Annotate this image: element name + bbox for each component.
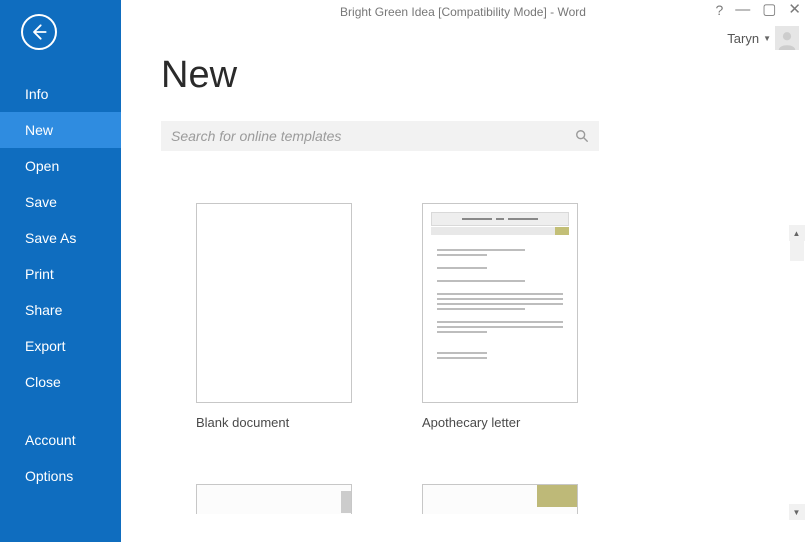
scroll-up-icon[interactable]: ▲	[789, 225, 805, 241]
template-grid: Blank document	[161, 203, 805, 430]
sidebar-item-open[interactable]: Open	[0, 148, 121, 184]
search-box[interactable]	[161, 121, 599, 151]
sidebar-item-export[interactable]: Export	[0, 328, 121, 364]
template-label: Apothecary letter	[422, 415, 578, 430]
sidebar-item-account[interactable]: Account	[0, 422, 121, 458]
backstage-sidebar: Info New Open Save Save As Print Share E…	[0, 0, 121, 542]
template-apothecary-letter[interactable]: Apothecary letter	[422, 203, 578, 430]
template-blank-document[interactable]: Blank document	[196, 203, 352, 430]
scroll-down-icon[interactable]: ▼	[789, 504, 805, 520]
window-title: Bright Green Idea [Compatibility Mode] -…	[121, 5, 805, 19]
search-icon	[575, 129, 589, 143]
sidebar-item-new[interactable]: New	[0, 112, 121, 148]
template-label: Blank document	[196, 415, 352, 430]
window-controls: ? — ▢ ✕	[715, 2, 801, 17]
scroll-track[interactable]	[789, 241, 805, 504]
template-thumb-partial[interactable]	[196, 484, 352, 514]
vertical-scrollbar[interactable]: ▲ ▼	[788, 225, 805, 520]
search-input[interactable]	[171, 128, 573, 144]
content-area: New Blank document	[121, 24, 805, 542]
search-button[interactable]	[573, 127, 591, 145]
back-button[interactable]	[21, 14, 57, 50]
close-window-button[interactable]: ✕	[788, 2, 801, 17]
template-grid-row-2	[161, 484, 805, 514]
sidebar-menu: Info New Open Save Save As Print Share E…	[0, 76, 121, 494]
sidebar-item-options[interactable]: Options	[0, 458, 121, 494]
scroll-thumb[interactable]	[790, 241, 804, 261]
template-thumb	[422, 203, 578, 403]
sidebar-item-print[interactable]: Print	[0, 256, 121, 292]
page-title: New	[161, 54, 805, 97]
main-pane: Bright Green Idea [Compatibility Mode] -…	[121, 0, 805, 542]
sidebar-item-save-as[interactable]: Save As	[0, 220, 121, 256]
minimize-button[interactable]: —	[735, 2, 750, 17]
back-arrow-icon	[29, 22, 49, 42]
sidebar-item-share[interactable]: Share	[0, 292, 121, 328]
sidebar-item-save[interactable]: Save	[0, 184, 121, 220]
sidebar-item-info[interactable]: Info	[0, 76, 121, 112]
help-icon[interactable]: ?	[715, 3, 723, 17]
template-thumb	[196, 203, 352, 403]
template-thumb-partial[interactable]	[422, 484, 578, 514]
restore-button[interactable]: ▢	[762, 2, 776, 17]
title-bar: Bright Green Idea [Compatibility Mode] -…	[121, 0, 805, 24]
sidebar-item-close[interactable]: Close	[0, 364, 121, 400]
